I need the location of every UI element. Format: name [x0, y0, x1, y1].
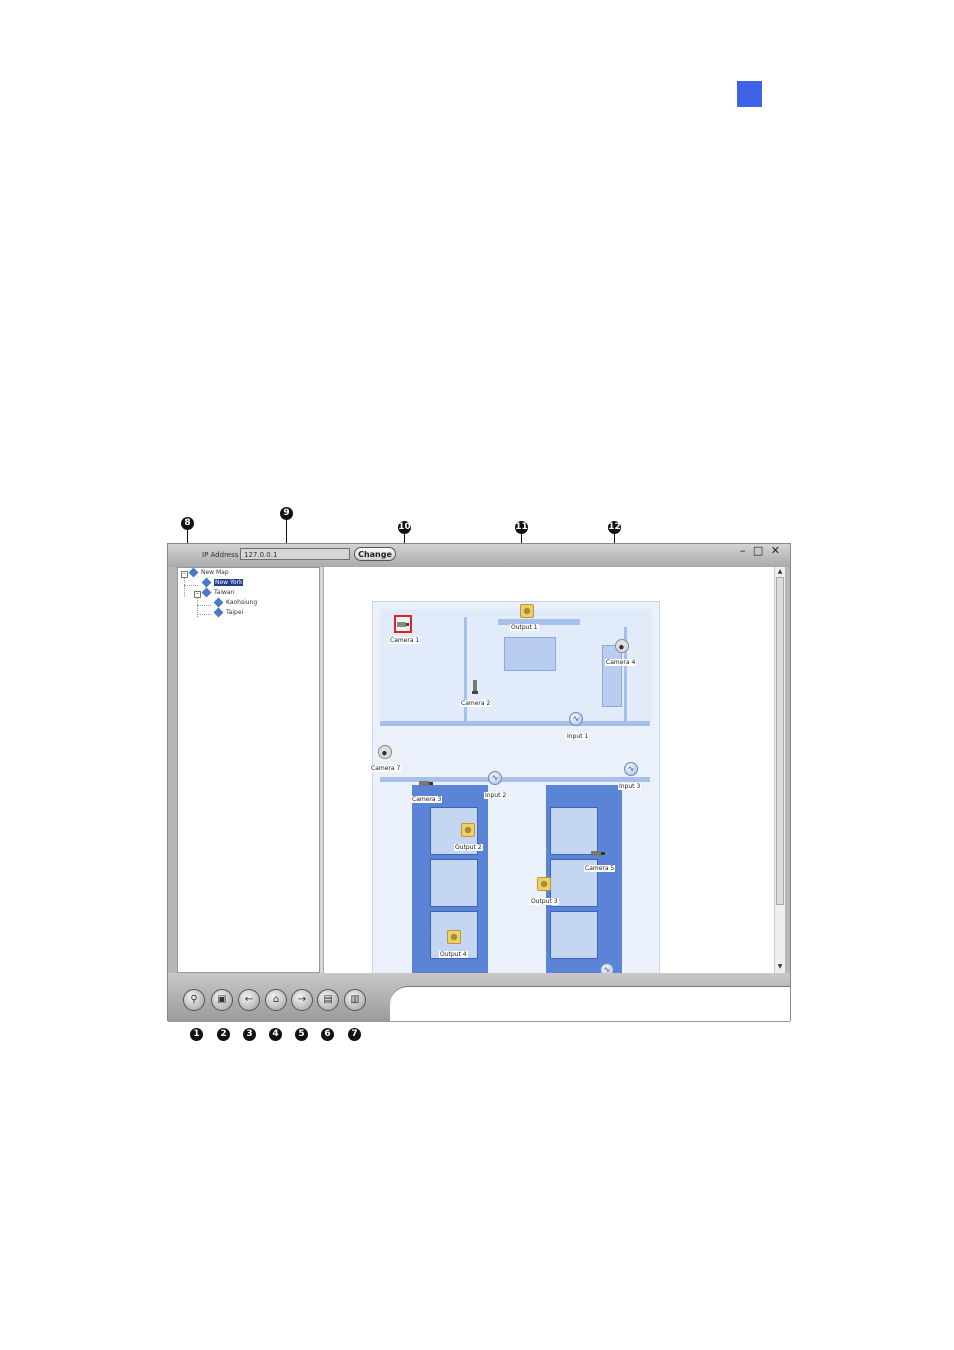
toolbar: ⚲ ▣ ← ⌂ → ▤ ▥ [168, 973, 790, 1022]
status-panel [390, 986, 790, 1021]
map-icon [188, 567, 199, 578]
camera-3-label: Camera 3 [411, 796, 443, 803]
callout-4: 4 [269, 1028, 282, 1041]
camera-1-label: Camera 1 [389, 637, 421, 644]
scroll-thumb[interactable] [776, 577, 784, 905]
output-2-icon[interactable] [461, 823, 475, 837]
lock-button[interactable]: ▣ [211, 989, 233, 1011]
collapse-new-map[interactable]: − [181, 571, 188, 578]
panel-button[interactable]: ▥ [344, 989, 366, 1011]
camera-5-icon[interactable] [590, 845, 606, 859]
output-4-label: Output 4 [439, 951, 468, 958]
rack [430, 859, 478, 907]
chapter-tab [737, 81, 762, 107]
output-3-label: Output 3 [530, 898, 559, 905]
home-button[interactable]: ⌂ [265, 989, 287, 1011]
output-3-icon[interactable] [537, 877, 551, 891]
map-icon [201, 577, 212, 588]
callout-8: 8 [181, 517, 194, 530]
callout-7: 7 [348, 1028, 361, 1041]
callout-9: 9 [280, 507, 293, 520]
callout-5: 5 [295, 1028, 308, 1041]
callout-1: 1 [190, 1028, 203, 1041]
scroll-up-icon[interactable]: ▲ [776, 568, 784, 576]
title-bar: IP Address 127.0.0.1 Change – □ ✕ [168, 544, 790, 567]
floor-plan-desk [602, 645, 622, 707]
callout-10: 10 [398, 521, 411, 534]
camera-2-label: Camera 2 [460, 700, 492, 707]
back-button[interactable]: ← [238, 989, 260, 1011]
tree-item-kaohsiung[interactable]: Kaohsiung [213, 597, 257, 608]
input-partial-icon[interactable]: ∿ [600, 963, 614, 973]
input-3-icon[interactable]: ∿ [624, 762, 638, 776]
map-icon [213, 607, 224, 618]
camera-7-label: Camera 7 [370, 765, 402, 772]
callout-6: 6 [321, 1028, 334, 1041]
change-button[interactable]: Change [354, 547, 396, 561]
forward-button[interactable]: → [291, 989, 313, 1011]
callout-2: 2 [217, 1028, 230, 1041]
collapse-taiwan[interactable]: − [194, 591, 201, 598]
rack [550, 911, 598, 959]
output-1-label: Output 1 [510, 624, 539, 631]
floor-plan-wall [380, 721, 650, 726]
input-2-icon[interactable]: ∿ [488, 771, 502, 785]
map-icon [213, 597, 224, 608]
tree-connector [197, 614, 211, 615]
camera-5-label: Camera 5 [584, 865, 616, 872]
tree-connector [184, 577, 185, 597]
camera-3-icon[interactable] [418, 775, 434, 789]
input-2-label: Input 2 [484, 792, 508, 799]
ip-address-label: IP Address [202, 551, 239, 559]
map-view[interactable]: Camera 1 Output 1 Camera 4 Camera 2 ∿ In… [323, 567, 778, 973]
tree-item-new-map[interactable]: New Map [188, 567, 229, 578]
input-1-label: Input 1 [566, 733, 590, 740]
ip-address-field[interactable]: 127.0.0.1 [240, 548, 350, 560]
tree-item-taipei[interactable]: Taipei [213, 607, 243, 618]
callout-11: 11 [515, 521, 528, 534]
camera-7-icon[interactable] [378, 745, 392, 759]
map-edit-button[interactable]: ▤ [317, 989, 339, 1011]
window-controls[interactable]: – □ ✕ [740, 544, 782, 557]
map-icon [201, 587, 212, 598]
camera-4-label: Camera 4 [605, 659, 637, 666]
callout-3: 3 [243, 1028, 256, 1041]
camera-4-icon[interactable] [615, 639, 629, 653]
map-tree: − New Map New York − Taiwan Kaohsiung Ta… [177, 567, 320, 973]
tree-item-new-york[interactable]: New York [201, 577, 244, 588]
callout-12: 12 [608, 521, 621, 534]
camera-1-icon[interactable] [394, 615, 412, 633]
floor-plan-desk [504, 637, 556, 671]
tree-connector [197, 605, 211, 606]
output-1-icon[interactable] [520, 604, 534, 618]
output-2-label: Output 2 [454, 844, 483, 851]
input-3-label: Input 3 [618, 783, 642, 790]
scroll-down-icon[interactable]: ▼ [776, 963, 784, 971]
search-button[interactable]: ⚲ [183, 989, 205, 1011]
tree-item-taiwan[interactable]: Taiwan [201, 587, 234, 598]
tree-connector [184, 585, 198, 586]
input-1-icon[interactable]: ∿ [569, 712, 583, 726]
output-4-icon[interactable] [447, 930, 461, 944]
emap-window: IP Address 127.0.0.1 Change – □ ✕ − New … [167, 543, 791, 1022]
camera-2-icon[interactable] [470, 679, 486, 694]
map-vertical-scrollbar[interactable]: ▲ ▼ [774, 567, 785, 973]
